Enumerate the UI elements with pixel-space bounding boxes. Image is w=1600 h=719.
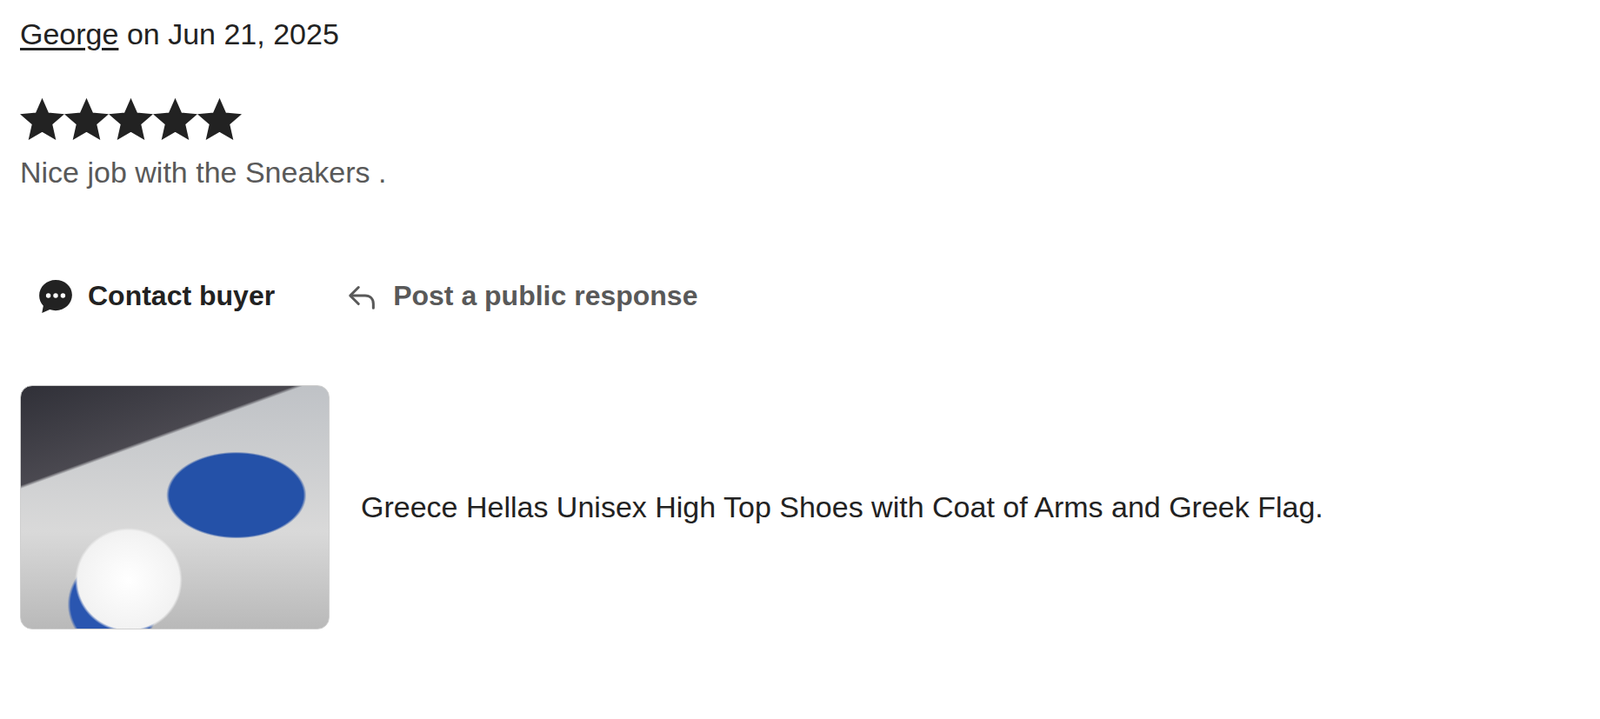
action-label: Post a public response <box>393 278 698 315</box>
contact-buyer-button[interactable]: Contact buyer <box>20 278 275 315</box>
product-photo[interactable] <box>20 385 330 630</box>
chat-bubble-icon <box>37 278 74 315</box>
star-icon <box>153 97 198 142</box>
review-text: Nice job with the Sneakers . <box>20 153 1580 192</box>
reply-arrow-icon <box>346 280 380 314</box>
star-rating <box>20 96 1580 144</box>
star-icon <box>197 97 242 142</box>
review-header: Georgeon Jun 21, 2025 <box>20 15 1580 54</box>
star-icon <box>64 97 109 142</box>
review-actions: Contact buyer Post a public response <box>20 273 1580 320</box>
product-row: Greece Hellas Unisex High Top Shoes with… <box>20 385 1580 630</box>
star-icon <box>20 97 65 142</box>
reviewer-name[interactable]: George <box>20 15 119 54</box>
product-title[interactable]: Greece Hellas Unisex High Top Shoes with… <box>360 487 1324 527</box>
action-label: Contact buyer <box>87 278 275 315</box>
review-date: on Jun 21, 2025 <box>126 15 340 54</box>
public-response-button[interactable]: Post a public response <box>328 278 698 315</box>
star-icon <box>108 97 154 142</box>
